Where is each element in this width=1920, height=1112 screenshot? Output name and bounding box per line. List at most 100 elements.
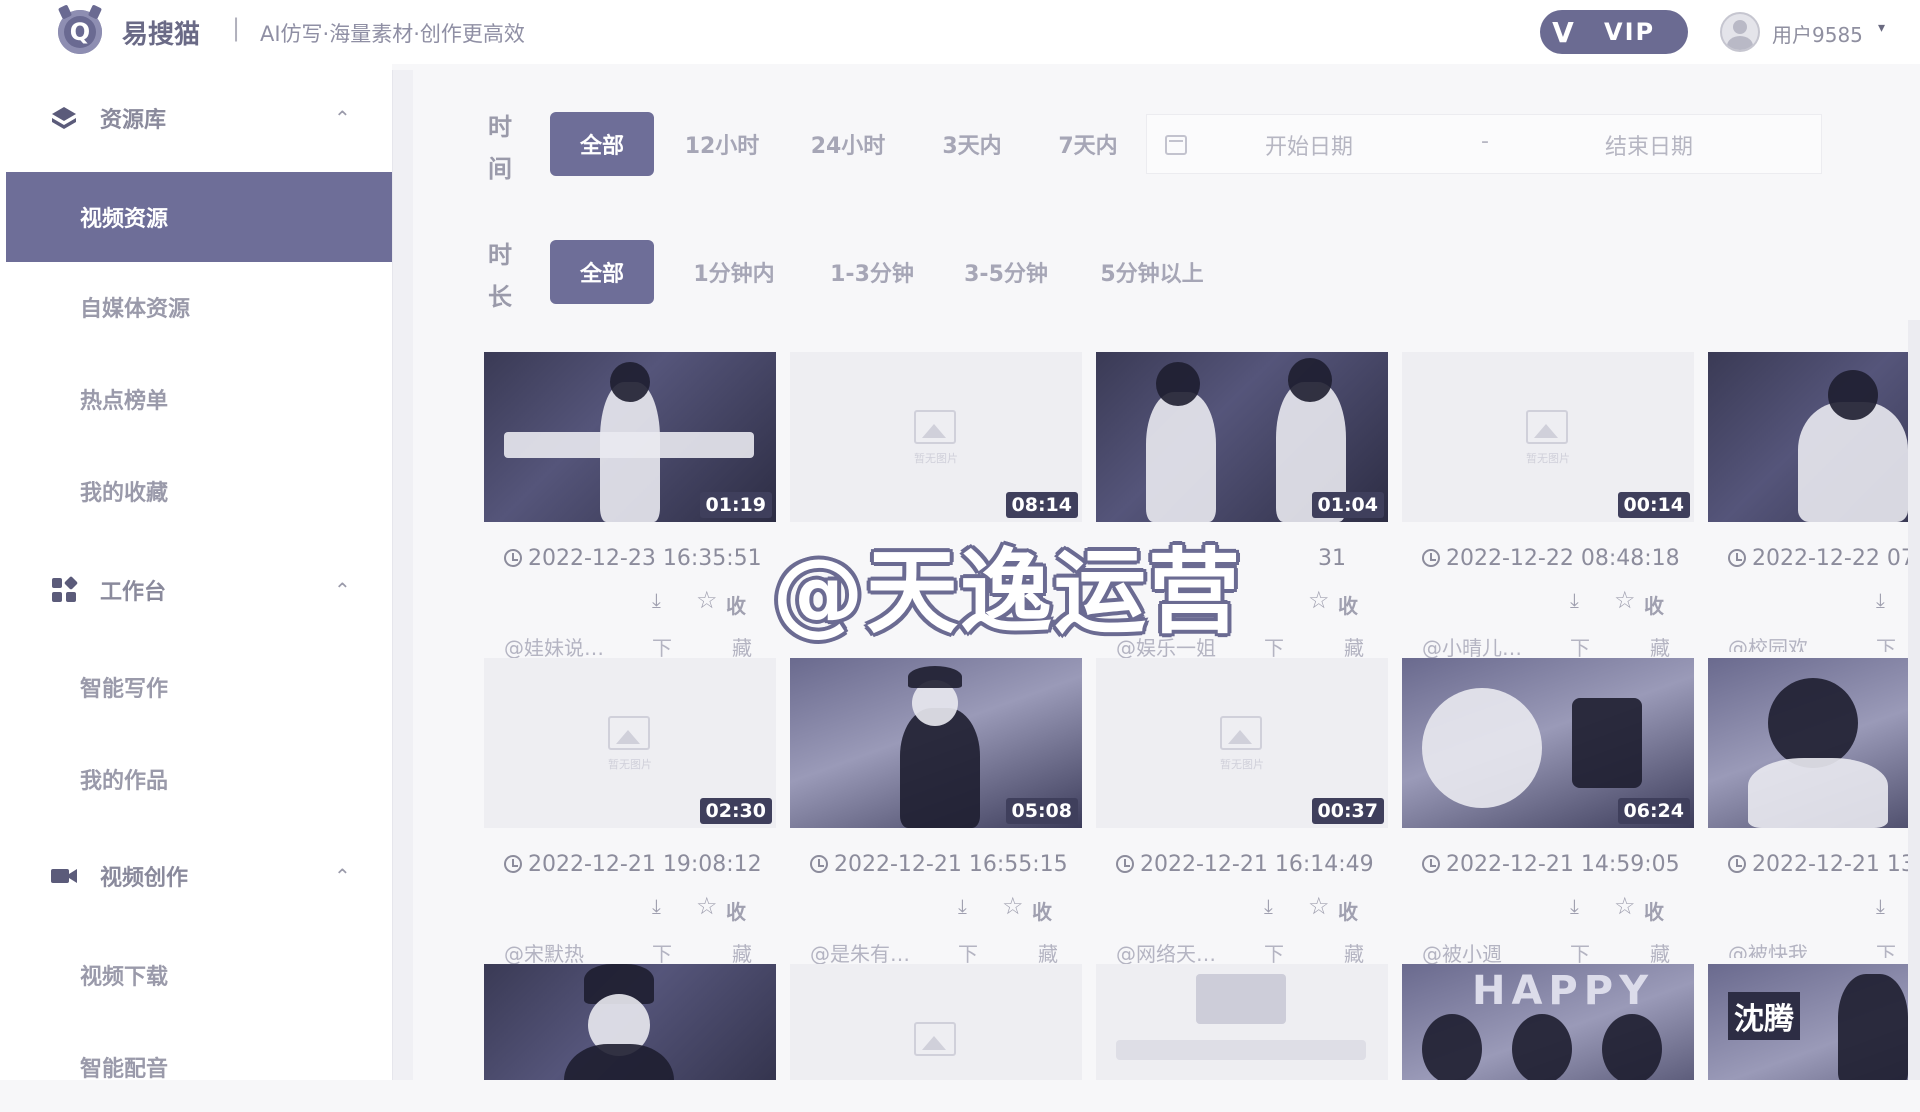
download-text[interactable]: 下 [652, 938, 672, 967]
video-author[interactable]: @网络天… [1116, 938, 1216, 967]
video-card[interactable]: 暂无图片 00:37 2022-12-21 16:14:49 ⤓ ☆ 收 @网络… [1096, 658, 1388, 966]
video-thumbnail[interactable]: 05:08 [790, 658, 1082, 828]
sidebar-item-hot-list[interactable]: 热点榜单 [6, 354, 392, 444]
video-thumbnail[interactable]: HAPPY [1402, 964, 1694, 1080]
favorite-text[interactable]: 藏 [732, 632, 752, 661]
video-card[interactable] [484, 964, 776, 1080]
star-icon[interactable]: ☆ [696, 586, 718, 614]
duration-filter-3-5min[interactable]: 3-5分钟 [944, 240, 1068, 304]
vip-button[interactable]: V VIP [1540, 10, 1688, 54]
time-filter-3d[interactable]: 3天内 [920, 112, 1024, 176]
star-icon[interactable]: ☆ [696, 892, 718, 920]
date-range-picker[interactable]: 开始日期 - 结束日期 [1146, 114, 1822, 174]
download-icon[interactable]: ⤓ [1570, 894, 1579, 918]
download-icon[interactable]: ⤓ [1876, 894, 1885, 918]
download-icon[interactable]: ⤓ [1570, 588, 1579, 612]
end-date-input[interactable]: 结束日期 [1605, 129, 1693, 161]
star-icon[interactable]: ☆ [1002, 892, 1024, 920]
video-thumbnail[interactable]: 沈腾 [1708, 964, 1908, 1080]
video-author[interactable]: @是朱有… [810, 938, 910, 967]
sidebar-item-smart-dubbing[interactable]: 智能配音 [6, 1022, 392, 1112]
favorite-text[interactable]: 藏 [1344, 632, 1364, 661]
star-icon[interactable]: ☆ [1308, 586, 1330, 614]
sidebar-item-my-works[interactable]: 我的作品 [6, 734, 392, 824]
duration-filter-over-5min[interactable]: 5分钟以上 [1086, 240, 1218, 304]
video-card[interactable]: 暂无图片 00:14 2022-12-22 08:48:18 ⤓ ☆ 收 @小晴… [1402, 352, 1694, 660]
sidebar-scrollbar[interactable] [392, 70, 413, 1080]
download-text[interactable]: 下 [1876, 632, 1896, 652]
chevron-up-icon[interactable]: ⌃ [334, 578, 351, 602]
star-icon[interactable]: ☆ [1308, 892, 1330, 920]
time-filter-24h[interactable]: 24小时 [796, 112, 900, 176]
download-text[interactable]: 下 [1264, 632, 1284, 661]
time-filter-12h[interactable]: 12小时 [670, 112, 774, 176]
video-card[interactable]: 2022-12-22 07 ⤓ @校园欢 下 [1708, 352, 1908, 652]
video-author[interactable]: @被快我 [1728, 938, 1808, 958]
chevron-up-icon[interactable]: ⌃ [334, 864, 351, 888]
sidebar-item-my-favorites[interactable]: 我的收藏 [6, 446, 392, 536]
video-card[interactable]: 06:24 2022-12-21 14:59:05 ⤓ ☆ 收 @被小週 下 藏 [1402, 658, 1694, 966]
video-thumbnail[interactable] [1096, 964, 1388, 1080]
video-author[interactable]: @宋默热 [504, 938, 584, 967]
time-filter-7d[interactable]: 7天内 [1036, 112, 1140, 176]
download-text[interactable]: 下 [1570, 938, 1590, 967]
favorite-label[interactable]: 收 [726, 590, 746, 619]
sidebar-item-media-resources[interactable]: 自媒体资源 [6, 262, 392, 352]
video-card[interactable]: 05:08 2022-12-21 16:55:15 ⤓ ☆ 收 @是朱有… 下 … [790, 658, 1082, 966]
download-icon[interactable]: ⤓ [1876, 588, 1885, 612]
favorite-text[interactable]: 藏 [1650, 632, 1670, 661]
video-thumbnail[interactable]: 06:24 [1402, 658, 1694, 828]
download-text[interactable]: 下 [958, 938, 978, 967]
video-thumbnail[interactable]: 暂无图片 00:37 [1096, 658, 1388, 828]
favorite-text[interactable]: 藏 [1038, 938, 1058, 967]
main-scrollbar[interactable] [1908, 320, 1920, 1080]
download-text[interactable]: 下 [652, 632, 672, 661]
download-icon[interactable]: ⤓ [652, 894, 661, 918]
chevron-up-icon[interactable]: ⌃ [334, 106, 351, 130]
video-card[interactable]: HAPPY [1402, 964, 1694, 1080]
favorite-text[interactable]: 藏 [1650, 938, 1670, 967]
video-thumbnail[interactable] [1708, 352, 1908, 522]
sidebar-group-video-creation[interactable]: 视频创作 ⌃ [0, 846, 392, 906]
chevron-down-icon[interactable]: ▾ [1878, 20, 1885, 36]
app-logo[interactable]: Q [58, 10, 102, 54]
video-author[interactable]: @娃妹说… [504, 632, 604, 661]
favorite-label[interactable]: 收 [1032, 896, 1052, 925]
favorite-label[interactable]: 收 [1338, 590, 1358, 619]
video-card[interactable] [790, 964, 1082, 1080]
video-author[interactable]: @校园欢 [1728, 632, 1808, 652]
favorite-label[interactable]: 收 [726, 896, 746, 925]
favorite-label[interactable]: 收 [1644, 896, 1664, 925]
favorite-label[interactable]: 收 [1338, 896, 1358, 925]
sidebar-item-video-resources[interactable]: 视频资源 [6, 172, 392, 262]
video-thumbnail[interactable] [484, 964, 776, 1080]
duration-filter-all[interactable]: 全部 [550, 240, 654, 304]
duration-filter-1-3min[interactable]: 1-3分钟 [810, 240, 934, 304]
sidebar-item-smart-writing[interactable]: 智能写作 [6, 642, 392, 732]
download-icon[interactable]: ⤓ [1264, 894, 1273, 918]
download-icon[interactable]: ⤓ [652, 588, 661, 612]
star-icon[interactable]: ☆ [1614, 586, 1636, 614]
star-icon[interactable]: ☆ [1614, 892, 1636, 920]
favorite-text[interactable]: 藏 [732, 938, 752, 967]
video-thumbnail[interactable] [1708, 658, 1908, 828]
duration-filter-under-1min[interactable]: 1分钟内 [672, 240, 796, 304]
download-text[interactable]: 下 [1264, 938, 1284, 967]
video-card[interactable]: 2022-12-21 13: ⤓ @被快我 下 [1708, 658, 1908, 958]
download-icon[interactable]: ⤓ [958, 894, 967, 918]
sidebar-group-workbench[interactable]: 工作台 ⌃ [0, 560, 392, 620]
video-author[interactable]: @被小週 [1422, 938, 1502, 967]
download-text[interactable]: 下 [1570, 632, 1590, 661]
video-thumbnail[interactable] [790, 964, 1082, 1080]
video-card[interactable]: 暂无图片 02:30 2022-12-21 19:08:12 ⤓ ☆ 收 @宋默… [484, 658, 776, 966]
sidebar-item-video-download[interactable]: 视频下载 [6, 930, 392, 1020]
video-author[interactable]: @小晴儿… [1422, 632, 1522, 661]
video-thumbnail[interactable]: 01:04 [1096, 352, 1388, 522]
video-thumbnail[interactable]: 暂无图片 02:30 [484, 658, 776, 828]
username[interactable]: 用户9585 [1772, 19, 1863, 48]
video-card[interactable] [1096, 964, 1388, 1080]
user-avatar[interactable] [1720, 12, 1760, 52]
favorite-label[interactable]: 收 [1644, 590, 1664, 619]
favorite-text[interactable]: 藏 [1344, 938, 1364, 967]
download-text[interactable]: 下 [1876, 938, 1896, 958]
